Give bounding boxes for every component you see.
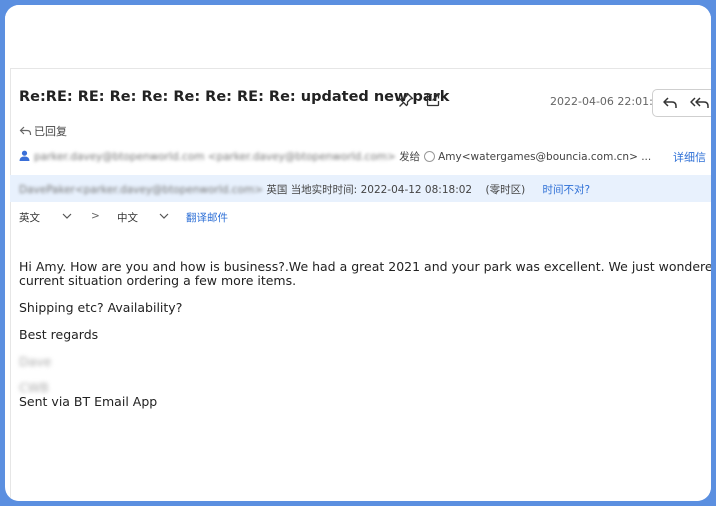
- sender-email[interactable]: parker.davey@btopenworld.com: [34, 151, 204, 163]
- body-line-2: current situation ordering a few more it…: [19, 273, 297, 288]
- translate-arrow: >: [91, 210, 100, 222]
- tz-local-time: 2022-04-12 08:18:02: [360, 184, 473, 196]
- email-body: Hi Amy. How are you and how is business?…: [19, 260, 711, 409]
- recipient[interactable]: Amy<watergames@bouncia.com.cn> ...: [438, 151, 651, 163]
- tz-local-label: 当地实时时间:: [290, 184, 358, 196]
- target-language-select[interactable]: 中文: [117, 210, 138, 225]
- tz-country: 英国: [266, 184, 288, 196]
- chevron-down-icon[interactable]: [62, 212, 72, 220]
- email-subject: Re:RE: RE: Re: Re: Re: Re: RE: Re: updat…: [19, 89, 450, 105]
- body-line-3: Shipping etc? Availability?: [19, 300, 183, 315]
- top-blank-area: [5, 5, 711, 67]
- body-footer: Sent via BT Email App: [19, 394, 158, 409]
- wrong-time-link[interactable]: 时间不对?: [543, 184, 591, 196]
- sender-email-angle: <parker.davey@btopenworld.com>: [207, 151, 396, 163]
- chevron-down-icon[interactable]: [159, 212, 169, 220]
- body-line-1: Hi Amy. How are you and how is business?…: [19, 259, 711, 274]
- details-link[interactable]: 详细信: [673, 149, 706, 165]
- replied-status: 已回复: [19, 123, 67, 139]
- tz-zone: (零时区): [485, 184, 526, 196]
- person-icon: [19, 150, 30, 161]
- tz-sender: DavePaker<parker.davey@btopenworld.com>: [19, 184, 263, 196]
- reply-all-icon[interactable]: [689, 94, 711, 112]
- translate-email-link[interactable]: 翻译邮件: [186, 210, 228, 225]
- pin-icon[interactable]: [398, 92, 414, 108]
- signature-company: CWB: [19, 380, 49, 395]
- reply-button-group: [652, 89, 711, 117]
- sent-to-label: 发给: [399, 151, 421, 163]
- signature-name: Dave: [19, 354, 52, 369]
- replied-label: 已回复: [34, 125, 67, 138]
- recipient-icon: [424, 151, 436, 162]
- email-date: 2022-04-06 22:01:30: [550, 95, 667, 108]
- timezone-info: DavePaker<parker.davey@btopenworld.com> …: [19, 182, 590, 197]
- body-line-4: Best regards: [19, 327, 99, 342]
- source-language-select[interactable]: 英文: [19, 210, 40, 225]
- replied-icon: [19, 126, 32, 135]
- reply-icon[interactable]: [661, 94, 679, 112]
- app-frame: Re:RE: RE: Re: Re: Re: Re: RE: Re: updat…: [5, 5, 711, 501]
- open-new-window-icon[interactable]: [425, 92, 441, 108]
- sender-row: parker.davey@btopenworld.com <parker.dav…: [19, 149, 651, 164]
